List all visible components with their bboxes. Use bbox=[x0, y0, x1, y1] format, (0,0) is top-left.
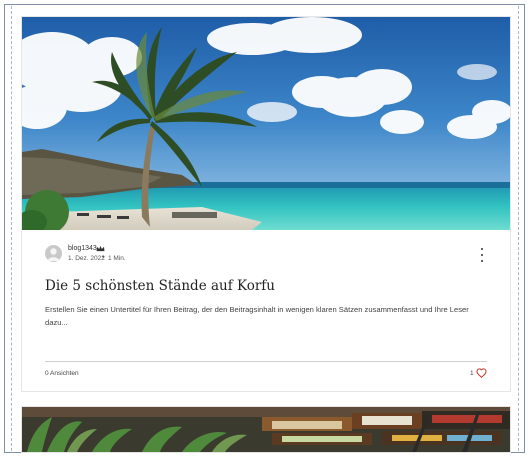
author-name[interactable]: blog1343 bbox=[68, 245, 97, 252]
like-count: 1 bbox=[470, 369, 474, 377]
post-title[interactable]: Die 5 schönsten Stände auf Korfu bbox=[45, 278, 489, 294]
like-button[interactable]: 1 bbox=[470, 368, 487, 378]
post-cover-image[interactable] bbox=[22, 17, 510, 230]
next-post-cover-image[interactable] bbox=[22, 407, 510, 452]
read-time: 1 Min. bbox=[108, 255, 126, 262]
card-divider bbox=[45, 361, 487, 362]
post-author-row: blog1343 1. Dez. 2022 • 1 Min. bbox=[45, 245, 489, 267]
more-options-button[interactable] bbox=[477, 248, 487, 262]
view-count: 0 Ansichten bbox=[45, 370, 79, 377]
next-post-card[interactable] bbox=[21, 406, 511, 453]
crown-icon bbox=[96, 245, 105, 252]
blog-post-card[interactable]: blog1343 1. Dez. 2022 • 1 Min. Die 5 sch… bbox=[21, 16, 511, 392]
meta-separator: • bbox=[102, 254, 105, 261]
heart-icon bbox=[476, 368, 487, 378]
author-avatar[interactable] bbox=[45, 245, 62, 262]
post-excerpt[interactable]: Erstellen Sie einen Untertitel für Ihren… bbox=[45, 303, 491, 329]
more-vertical-icon bbox=[481, 248, 483, 250]
layout-guide-right bbox=[518, 6, 519, 451]
post-date: 1. Dez. 2022 bbox=[68, 255, 105, 262]
layout-guide-left bbox=[11, 6, 12, 451]
